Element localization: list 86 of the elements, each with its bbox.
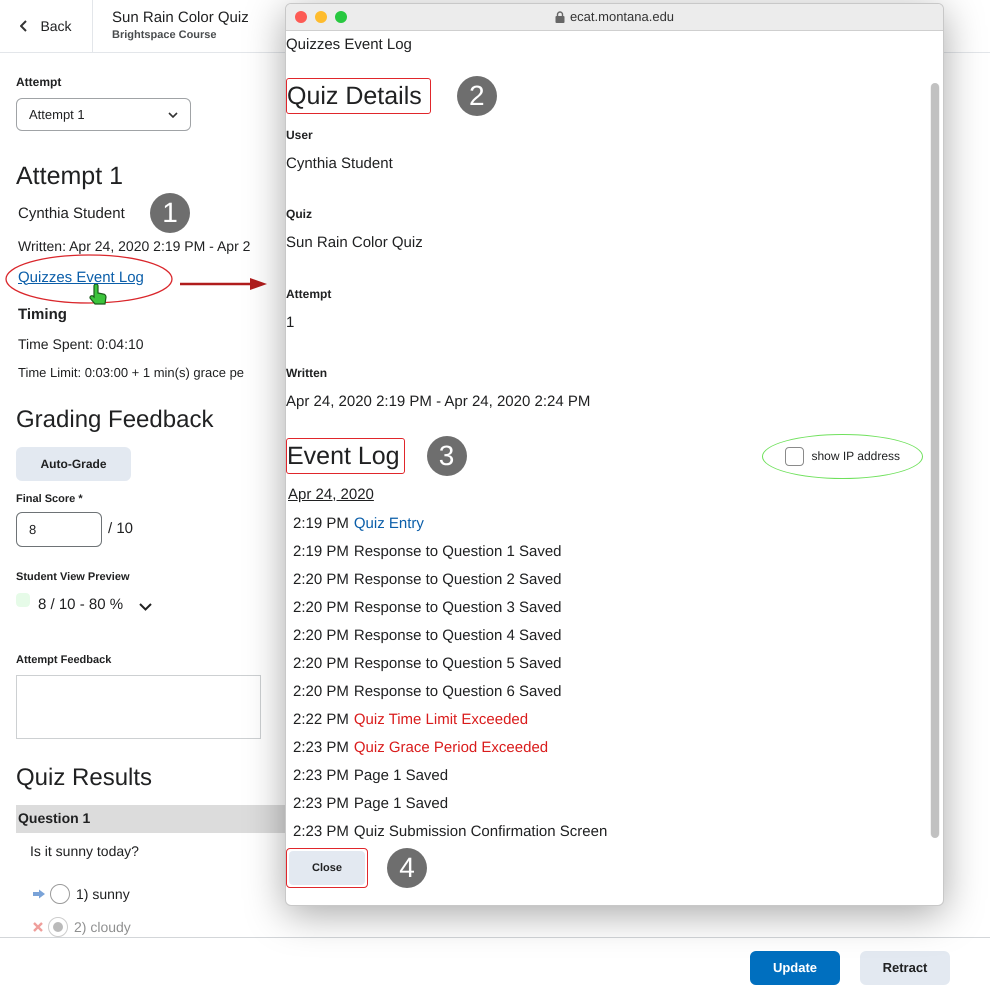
field-label: Quiz [286, 206, 313, 223]
close-icon[interactable] [295, 11, 307, 23]
callout-number: 1 [150, 193, 190, 233]
event-text: Response to Question 5 Saved [354, 654, 562, 674]
event-text: Response to Question 6 Saved [354, 682, 562, 702]
back-button[interactable]: Back [0, 0, 93, 52]
student-name: Cynthia Student [18, 204, 125, 224]
callout-number: 2 [456, 76, 497, 116]
radio-button[interactable] [48, 917, 68, 937]
checkbox-label: show IP address [812, 448, 900, 465]
status-swatch [16, 592, 30, 607]
callout-number: 3 [426, 436, 467, 476]
event-text: Response to Question 1 Saved [354, 542, 562, 562]
callout-number: 4 [387, 848, 427, 888]
field-label: Student View Preview [16, 570, 131, 585]
footer-button[interactable]: Retract [860, 950, 950, 984]
event-time: 2:19 PM [293, 542, 349, 562]
event-time: 2:23 PM [293, 794, 349, 814]
event-time: 2:20 PM [293, 654, 349, 674]
log-date: Apr 24, 2020 [288, 484, 374, 504]
field-label: User [286, 126, 314, 144]
radio-button[interactable] [50, 884, 70, 904]
event-text: Quiz Submission Confirmation Screen [354, 822, 608, 842]
feedback-input[interactable] [16, 674, 261, 738]
chevron-down-icon [168, 112, 178, 118]
arrow-icon [180, 277, 268, 291]
score-preview: 8 / 10 - 80 % [38, 594, 124, 614]
field-value: Sun Rain Color Quiz [286, 233, 424, 253]
field-value: Apr 24, 2020 2:19 PM - Apr 24, 2020 2:24 PM [286, 392, 592, 412]
section-heading: Quiz Details [286, 78, 431, 114]
field-value: 1 [286, 312, 296, 332]
page-title: Sun Rain Color Quiz [112, 9, 249, 27]
event-time: 2:20 PM [293, 570, 349, 590]
close-button[interactable]: Close [289, 851, 365, 885]
cross-icon [32, 921, 44, 933]
event-text: Quiz Grace Period Exceeded [354, 738, 548, 758]
event-text: Response to Question 3 Saved [354, 598, 562, 618]
event-time: 2:23 PM [293, 822, 349, 842]
question-text: Is it sunny today? [30, 842, 140, 861]
event-text: Page 1 Saved [354, 794, 448, 814]
event-time: 2:20 PM [293, 682, 349, 702]
attempt-dropdown[interactable]: Attempt 1 [16, 98, 191, 131]
field-label: Written [286, 365, 328, 382]
show-ip-checkbox[interactable]: show IP address [762, 434, 923, 478]
course-name: Brightspace Course [112, 28, 218, 43]
section-heading: Event Log [286, 438, 405, 474]
url-text: ecat.montana.edu [570, 8, 674, 26]
page-title: Quizzes Event Log [286, 35, 413, 55]
score-input[interactable]: 8 [16, 512, 102, 547]
field-value: Cynthia Student [286, 154, 394, 174]
minimize-icon[interactable] [315, 11, 327, 23]
checkbox[interactable] [784, 446, 804, 466]
field-label: Attempt [286, 286, 332, 302]
event-text: Page 1 Saved [354, 766, 448, 786]
score-total: / 10 [108, 519, 134, 540]
section-subheading: Timing [18, 304, 68, 324]
event-text: Response to Question 4 Saved [354, 626, 562, 646]
section-heading: Quiz Results [16, 762, 154, 792]
section-heading: Grading Feedback [16, 404, 214, 434]
event-time: 2:20 PM [293, 626, 349, 646]
event-time: 2:19 PM [293, 514, 349, 534]
event-time: 2:20 PM [293, 598, 349, 618]
maximize-icon[interactable] [335, 11, 347, 23]
question-title: Question 1 [18, 809, 90, 828]
time-limit: Time Limit: 0:03:00 + 1 min(s) grace pe [18, 364, 246, 382]
lock-icon [554, 11, 565, 23]
chevron-down-icon[interactable] [139, 602, 152, 611]
auto-grade-button[interactable]: Auto-Grade [16, 446, 131, 480]
event-link[interactable]: Quiz Entry [354, 512, 424, 536]
written-date: Written: Apr 24, 2020 2:19 PM - Apr 2 [18, 236, 252, 256]
event-text: Response to Question 2 Saved [354, 570, 562, 590]
event-time: 2:23 PM [293, 766, 349, 786]
footer-button[interactable]: Update [750, 950, 840, 984]
event-time: 2:22 PM [293, 710, 349, 730]
answer-option: 1) sunny [76, 884, 130, 904]
answer-option: 2) cloudy [74, 916, 131, 938]
field-label: Attempt Feedback [16, 653, 112, 668]
section-heading: Attempt 1 [16, 161, 124, 191]
hand-cursor-icon [88, 284, 108, 306]
event-text: Quiz Time Limit Exceeded [354, 710, 528, 730]
arrow-right-icon [32, 889, 46, 899]
field-label: Final Score * [16, 492, 84, 506]
chevron-left-icon [20, 20, 28, 32]
event-time: 2:23 PM [293, 738, 349, 758]
time-spent: Time Spent: 0:04:10 [18, 335, 145, 354]
field-label: Attempt [16, 74, 62, 91]
